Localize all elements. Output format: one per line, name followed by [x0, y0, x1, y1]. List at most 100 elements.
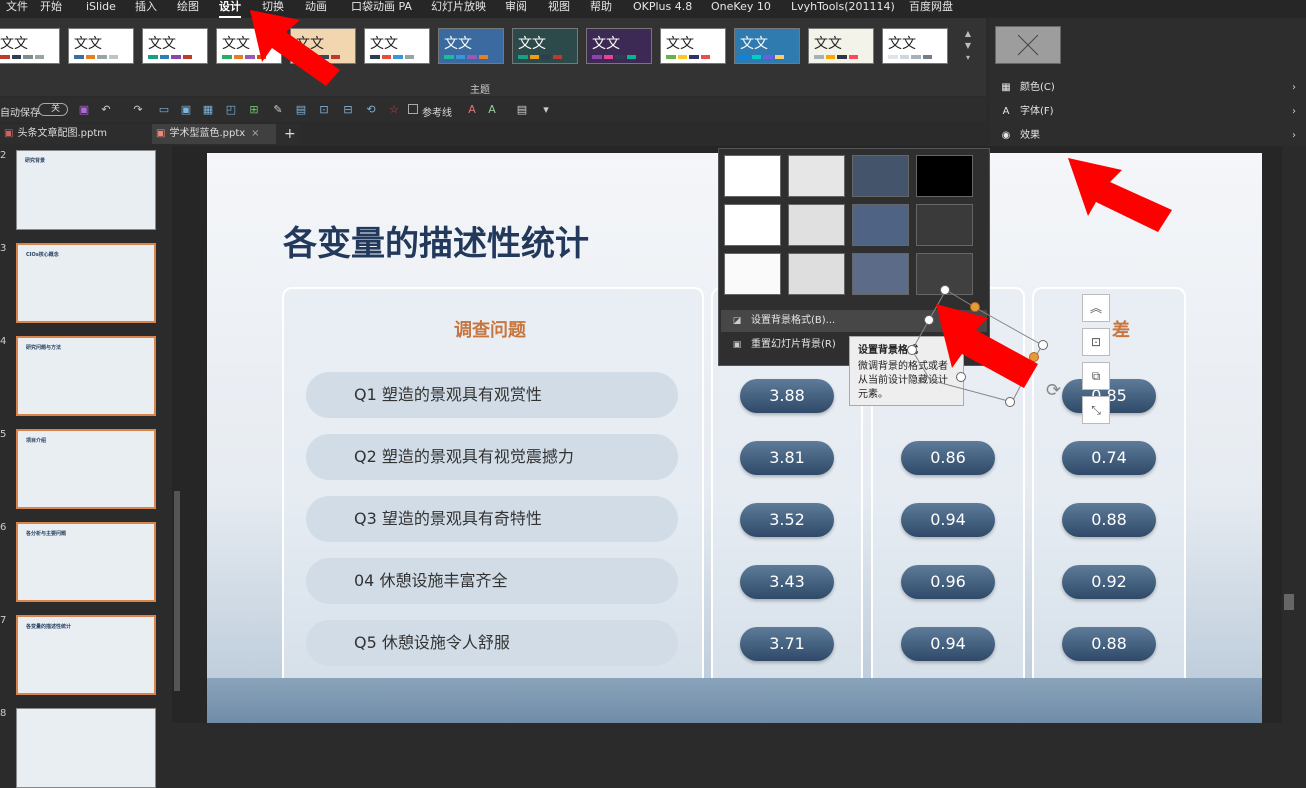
menu-4[interactable]: 绘图	[177, 0, 199, 18]
other-value-pill[interactable]: 0.88	[1062, 503, 1156, 537]
format-painter-icon[interactable]: ✎	[272, 104, 284, 116]
background-style-swatch[interactable]	[788, 155, 845, 197]
arrange-icon[interactable]: ⧉	[1082, 362, 1110, 390]
mean-value-pill[interactable]: 3.43	[740, 565, 834, 599]
menu-15[interactable]: LvyhTools(201114)	[791, 0, 895, 18]
question-pill[interactable]: Q5 休憩设施令人舒服	[306, 620, 678, 666]
slide-thumbnail[interactable]: 项目介绍	[16, 429, 156, 509]
align-icon[interactable]: ⊞	[248, 104, 260, 116]
menu-8[interactable]: 口袋动画 PA	[351, 0, 412, 18]
layout-options-icon[interactable]: ⊡	[1082, 328, 1110, 356]
guides-checkbox[interactable]	[408, 104, 418, 114]
text-highlight-icon[interactable]: A	[486, 104, 498, 116]
theme-12[interactable]: 文文	[882, 28, 948, 64]
variant-menu-1[interactable]: A 字体(F) ›	[990, 100, 1304, 124]
menu-12[interactable]: 帮助	[590, 0, 612, 18]
distribute-icon[interactable]: ⊟	[342, 104, 354, 116]
shape-icon[interactable]: ◰	[225, 104, 237, 116]
sd-value-pill[interactable]: 0.96	[901, 565, 995, 599]
menu-11[interactable]: 视图	[548, 0, 570, 18]
sd-value-pill[interactable]: 0.94	[901, 503, 995, 537]
background-style-swatch[interactable]	[916, 155, 973, 197]
slide-thumbnail[interactable]: 各变量的描述性统计	[16, 615, 156, 695]
question-pill[interactable]: Q3 望造的景观具有奇特性	[306, 496, 678, 542]
theme-11[interactable]: 文文	[808, 28, 874, 64]
sd-value-pill[interactable]: 0.86	[901, 441, 995, 475]
slide-vertical-scrollbar[interactable]	[1282, 146, 1306, 723]
resize-handle[interactable]	[940, 285, 950, 295]
slide-title[interactable]: 各变量的描述性统计	[283, 216, 589, 265]
theme-1[interactable]: 文文	[68, 28, 134, 64]
theme-10[interactable]: 文文	[734, 28, 800, 64]
slide-thumbnail[interactable]	[16, 708, 156, 788]
theme-8[interactable]: 文文	[586, 28, 652, 64]
undo-icon[interactable]: ↶	[100, 104, 112, 116]
picture-icon[interactable]: ▣	[180, 104, 192, 116]
other-value-pill[interactable]: 0.92	[1062, 565, 1156, 599]
slide-thumbnail[interactable]: CIOs核心概念	[16, 243, 156, 323]
table-icon[interactable]: ▦	[202, 104, 214, 116]
other-value-pill[interactable]: 0.74	[1062, 441, 1156, 475]
background-style-swatch[interactable]	[916, 204, 973, 246]
star-icon[interactable]: ☆	[388, 104, 400, 116]
theme-2[interactable]: 文文	[142, 28, 208, 64]
rotate-icon[interactable]: ⟲	[365, 104, 377, 116]
new-tab-button[interactable]: +	[280, 124, 298, 144]
background-style-swatch[interactable]	[724, 253, 781, 295]
theme-5[interactable]: 文文	[364, 28, 430, 64]
group-icon[interactable]: ⊡	[318, 104, 330, 116]
mean-value-pill[interactable]: 3.52	[740, 503, 834, 537]
menu-16[interactable]: 百度网盘	[909, 0, 953, 18]
question-pill[interactable]: Q1 塑造的景观具有观赏性	[306, 372, 678, 418]
theme-0[interactable]: 文文	[0, 28, 60, 64]
tab-toutiao[interactable]: ▣ 头条文章配图.pptm	[0, 124, 148, 144]
tab-academic-blue[interactable]: ▣ 学术型蓝色.pptx ×	[152, 124, 276, 144]
menu-14[interactable]: OneKey 10	[711, 0, 771, 18]
save-icon[interactable]: ▣	[78, 104, 90, 116]
background-style-swatch[interactable]	[852, 155, 909, 197]
theme-6[interactable]: 文文	[438, 28, 504, 64]
background-style-swatch[interactable]	[724, 204, 781, 246]
theme-9[interactable]: 文文	[660, 28, 726, 64]
menu-2[interactable]: iSlide	[86, 0, 116, 18]
menu-5[interactable]: 设计	[219, 0, 241, 18]
resize-handle[interactable]	[907, 345, 917, 355]
slide-thumbnail[interactable]: 各分析与主要问题	[16, 522, 156, 602]
variant-menu-2[interactable]: ◉ 效果 ›	[990, 124, 1304, 148]
variant-none[interactable]	[995, 26, 1061, 64]
slide-thumbnail[interactable]: 研究问题与方法	[16, 336, 156, 416]
close-icon[interactable]: ×	[251, 128, 259, 139]
background-style-swatch[interactable]	[788, 253, 845, 295]
scroll-down-icon[interactable]: ▼	[962, 40, 974, 52]
mean-value-pill[interactable]: 3.71	[740, 627, 834, 661]
scroll-up-icon[interactable]: ▲	[962, 28, 974, 40]
background-style-swatch[interactable]	[852, 204, 909, 246]
variant-menu-0[interactable]: ▦ 颜色(C) ›	[990, 76, 1304, 100]
scroll-knob[interactable]	[174, 491, 180, 691]
menu-1[interactable]: 开始	[40, 0, 62, 18]
background-style-swatch[interactable]	[788, 204, 845, 246]
menu-10[interactable]: 审阅	[505, 0, 527, 18]
resize-handle[interactable]	[1005, 397, 1015, 407]
question-pill[interactable]: Q2 塑造的景观具有视觉震撼力	[306, 434, 678, 480]
question-pill[interactable]: 04 休憩设施丰富齐全	[306, 558, 678, 604]
more-icon[interactable]: ▾	[962, 52, 974, 64]
collapse-icon[interactable]: ︽	[1082, 294, 1110, 322]
resize-icon[interactable]: ⤡	[1082, 396, 1110, 424]
customize-icon[interactable]: ▾	[540, 104, 552, 116]
autosave-toggle[interactable]: 关	[38, 103, 68, 116]
slide-thumbnail[interactable]: 研究背景	[16, 150, 156, 230]
thumbnail-scrollbar[interactable]	[172, 146, 182, 723]
layout-icon[interactable]: ▤	[516, 104, 528, 116]
other-value-pill[interactable]: 0.88	[1062, 627, 1156, 661]
slideshow-icon[interactable]: ▭	[158, 104, 170, 116]
menu-9[interactable]: 幻灯片放映	[431, 0, 486, 18]
redo-icon[interactable]: ↷	[132, 104, 144, 116]
menu-0[interactable]: 文件	[6, 0, 28, 18]
sd-value-pill[interactable]: 0.94	[901, 627, 995, 661]
mean-value-pill[interactable]: 3.81	[740, 441, 834, 475]
menu-3[interactable]: 插入	[135, 0, 157, 18]
theme-gallery-scroll[interactable]: ▲ ▼ ▾	[962, 28, 974, 66]
menu-13[interactable]: OKPlus 4.8	[633, 0, 692, 18]
font-color-icon[interactable]: A	[466, 104, 478, 116]
